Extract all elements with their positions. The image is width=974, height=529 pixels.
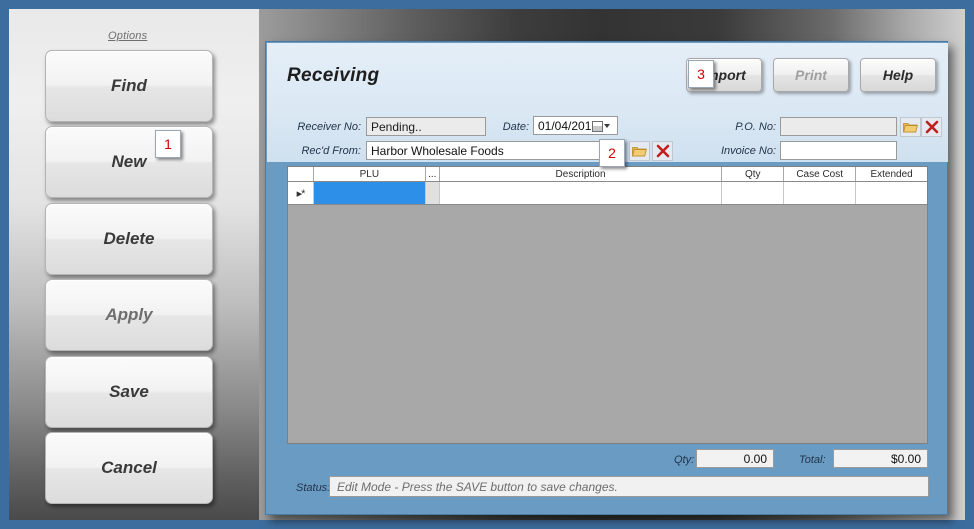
invoice-no-field[interactable] — [780, 141, 897, 160]
grand-total-label: Total: — [799, 454, 826, 466]
apply-button[interactable]: Apply — [45, 279, 213, 351]
receiving-dialog: Receiving Import Print Help 3 Receiver N… — [265, 41, 948, 515]
po-no-field[interactable] — [780, 117, 897, 136]
calendar-dropdown-icon[interactable] — [592, 119, 614, 133]
recd-from-clear-icon[interactable] — [652, 141, 673, 161]
date-label: Date: — [502, 121, 529, 133]
po-clear-icon[interactable] — [921, 117, 942, 137]
qty-cell[interactable] — [722, 182, 785, 204]
annotation-badge-3: 3 — [688, 60, 714, 88]
grid-col-case-cost[interactable]: Case Cost — [784, 167, 857, 181]
annotation-badge-1: 1 — [155, 130, 181, 158]
qty-total-label: Qty: — [674, 454, 695, 466]
grid-col-selector — [288, 167, 314, 181]
recd-from-label: Rec'd From: — [301, 145, 361, 157]
grid-col-plu[interactable]: PLU — [314, 167, 426, 181]
description-cell[interactable] — [440, 182, 723, 204]
plu-lookup-cell[interactable] — [425, 182, 440, 204]
grid-col-extended[interactable]: Extended — [856, 167, 927, 181]
qty-total-value: 0.00 — [696, 449, 774, 468]
date-value: 01/04/2017 — [538, 118, 599, 133]
desktop-background: Options Find New Delete Apply Save Cance… — [9, 9, 965, 520]
print-button[interactable]: Print — [773, 58, 849, 92]
grand-total-value: $0.00 — [833, 449, 928, 468]
options-panel: Options Find New Delete Apply Save Cance… — [9, 9, 259, 520]
options-heading: Options — [108, 30, 148, 42]
po-no-label: P.O. No: — [735, 121, 776, 133]
annotation-badge-2: 2 — [599, 139, 625, 167]
case-cost-cell[interactable] — [784, 182, 857, 204]
new-button[interactable]: New — [45, 126, 213, 198]
po-folder-icon[interactable] — [900, 117, 921, 137]
grid-col-ellipsis: ... — [426, 167, 440, 181]
status-badge: Edit Mode - Press the SAVE button to sav… — [329, 476, 929, 497]
extended-cell[interactable] — [856, 182, 927, 204]
save-button[interactable]: Save — [45, 356, 213, 428]
grid-col-qty[interactable]: Qty — [722, 167, 785, 181]
date-field[interactable]: 01/04/2017 — [533, 116, 618, 135]
grid-header-row: PLU ... Description Qty Case Cost Extend… — [288, 167, 927, 182]
invoice-no-label: Invoice No: — [720, 145, 776, 157]
application-frame: Options Find New Delete Apply Save Cance… — [0, 0, 974, 529]
page-title: Receiving — [287, 65, 380, 86]
recd-from-folder-icon[interactable] — [629, 141, 650, 161]
new-row-indicator: ▸* — [288, 182, 314, 204]
recd-from-field[interactable]: Harbor Wholesale Foods — [366, 141, 623, 160]
table-row[interactable]: ▸* — [288, 182, 927, 205]
grid-col-description[interactable]: Description — [440, 167, 723, 181]
delete-button[interactable]: Delete — [45, 203, 213, 275]
receiver-no-label: Receiver No: — [297, 121, 361, 133]
plu-cell[interactable] — [313, 182, 426, 204]
find-button[interactable]: Find — [45, 50, 213, 122]
cancel-button[interactable]: Cancel — [45, 432, 213, 504]
status-label: Status: — [296, 482, 331, 494]
line-items-grid[interactable]: PLU ... Description Qty Case Cost Extend… — [287, 166, 928, 444]
help-button[interactable]: Help — [860, 58, 936, 92]
receiver-no-field[interactable]: Pending.. — [366, 117, 486, 136]
